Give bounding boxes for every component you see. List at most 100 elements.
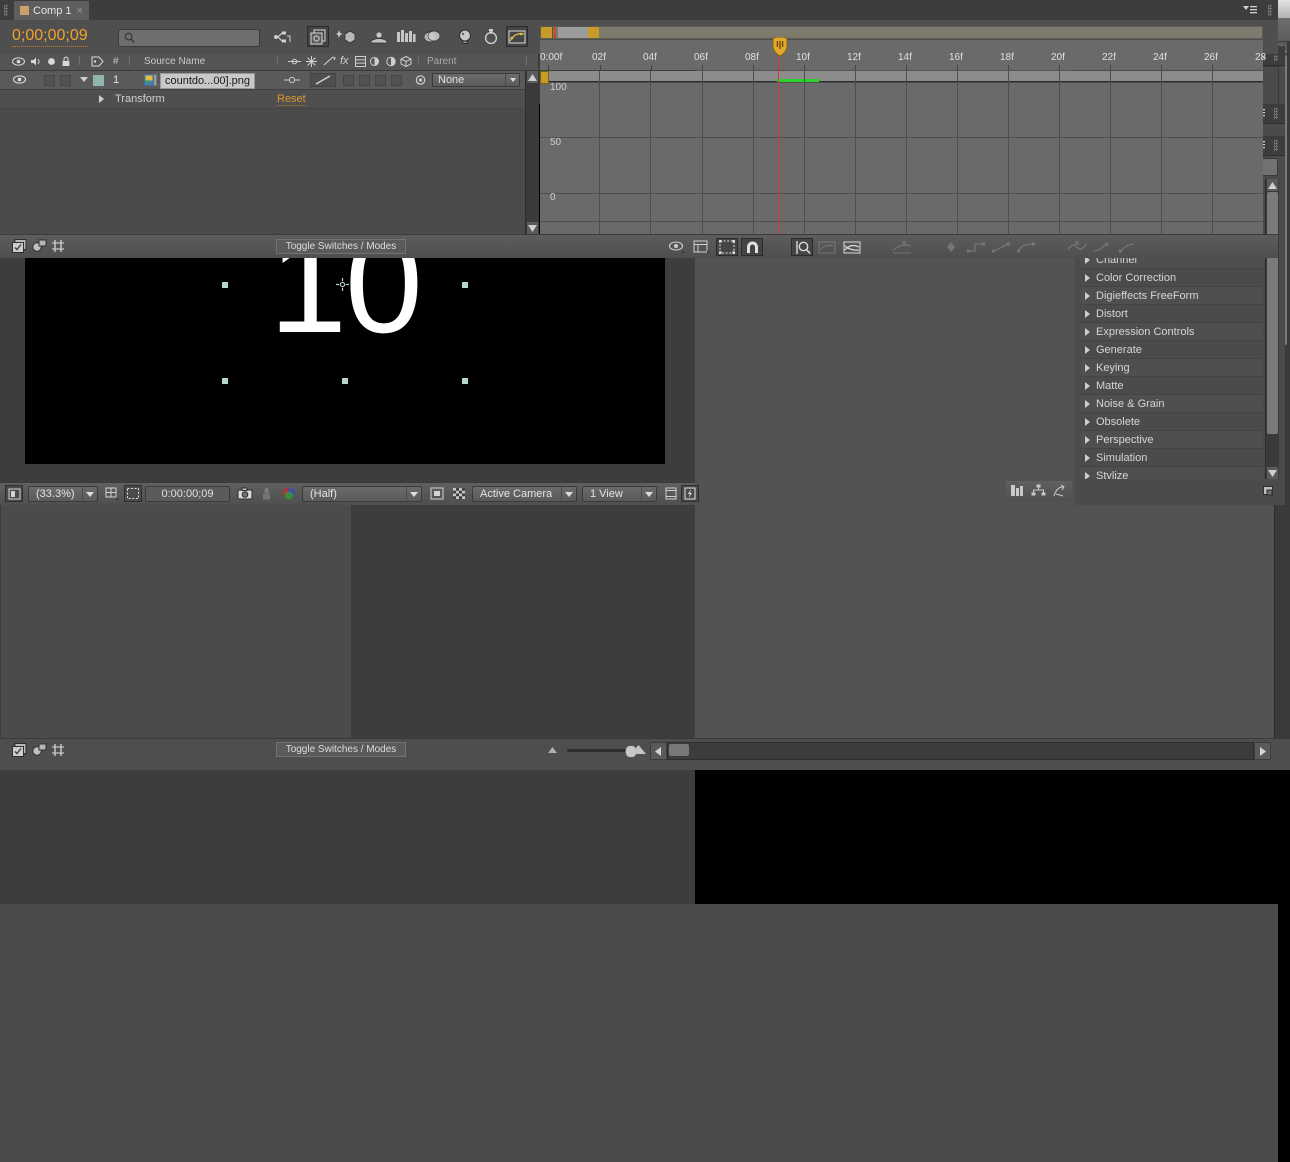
panel-grip[interactable] — [4, 5, 8, 16]
scroll-up-button[interactable] — [527, 71, 538, 83]
draft-3d-icon[interactable] — [307, 26, 329, 47]
eye-icon[interactable] — [12, 56, 25, 67]
convert-hold-icon[interactable] — [966, 238, 988, 256]
panel-grip-right[interactable] — [1268, 5, 1272, 16]
tab-timeline-comp[interactable]: Comp 1 × — [14, 1, 89, 20]
timeline-scroll-right-button[interactable] — [1254, 742, 1271, 760]
effects-scrollbar[interactable] — [1265, 179, 1279, 479]
timeline-search-input[interactable] — [118, 29, 260, 47]
disclosure-triangle-icon[interactable] — [1085, 453, 1090, 462]
effects-category-row[interactable]: Expression Controls — [1080, 323, 1263, 341]
transparency-grid-icon[interactable] — [450, 485, 468, 502]
toggle-switches-modes-button[interactable]: Toggle Switches / Modes — [276, 239, 406, 254]
lock-icon[interactable] — [61, 56, 71, 67]
timeline-icon[interactable] — [700, 441, 718, 458]
auto-keyframe-icon[interactable] — [480, 26, 502, 47]
frame-blending-icon[interactable] — [395, 26, 417, 47]
transform-reset-link[interactable]: Reset — [277, 93, 306, 106]
disclosure-triangle-icon[interactable] — [1085, 345, 1090, 354]
label-tag-icon[interactable] — [91, 56, 104, 67]
anchor-point-icon[interactable] — [336, 278, 349, 291]
easy-ease-out-icon[interactable] — [1116, 238, 1138, 256]
zoom-level-select[interactable]: (33.3%) — [28, 486, 98, 502]
zoom-out-timeline-icon[interactable] — [546, 745, 559, 754]
layer-expand-triangle-icon[interactable] — [80, 77, 88, 82]
resize-grip-icon[interactable] — [1261, 484, 1277, 499]
separate-dimensions-icon[interactable] — [891, 238, 913, 256]
timeline-hscroll-thumb[interactable] — [669, 744, 689, 756]
easy-ease-icon[interactable] — [1066, 238, 1088, 256]
show-transform-box-icon[interactable] — [716, 238, 738, 256]
work-area-end-handle[interactable] — [588, 27, 599, 38]
effects-category-row[interactable]: Digieffects FreeForm — [1080, 287, 1263, 305]
effects-category-row[interactable]: Distort — [1080, 305, 1263, 323]
fast-previews-icon[interactable] — [681, 485, 699, 502]
toggle-switches-modes-footer[interactable]: Toggle Switches / Modes — [276, 742, 406, 757]
frame-blend-footer-icon[interactable] — [32, 743, 47, 757]
fit-selection-icon[interactable] — [816, 238, 838, 256]
pixel-aspect-correction-icon[interactable] — [662, 485, 680, 502]
layer-parent-pickwhip-icon[interactable] — [414, 74, 427, 86]
brainstorm-icon[interactable] — [454, 26, 476, 47]
layer-visibility-eye-icon[interactable] — [13, 74, 26, 85]
toggle-switches-modes-icon[interactable] — [12, 239, 27, 253]
disclosure-triangle-icon[interactable] — [1085, 327, 1090, 336]
timeline-layers-scrollbar[interactable] — [525, 71, 539, 234]
scroll-down-button[interactable] — [527, 222, 538, 234]
work-area-start-handle[interactable] — [541, 27, 553, 38]
graph-work-area-handle[interactable] — [540, 71, 549, 84]
layer-handle-ml[interactable] — [222, 282, 228, 288]
comp-flowchart-icon[interactable] — [1008, 482, 1026, 499]
layer-source-name[interactable]: countdo...00].png — [160, 73, 256, 89]
layer-frameblend-switch[interactable] — [359, 75, 370, 86]
timeline-ruler[interactable]: 0:00f 02f 04f 06f 08f 10f 12f 14f 16f 18… — [540, 40, 1266, 70]
easy-ease-in-icon[interactable] — [1091, 238, 1113, 256]
disclosure-triangle-icon[interactable] — [1085, 417, 1090, 426]
hide-shy-layers-icon[interactable] — [335, 26, 357, 47]
panel-menu-icon[interactable] — [1242, 5, 1258, 16]
timeline-zoom-slider[interactable] — [567, 745, 637, 758]
timeline-horizontal-scrollbar[interactable] — [667, 742, 1254, 760]
zoom-in-timeline-icon[interactable] — [630, 744, 647, 755]
choose-grid-icon[interactable] — [103, 485, 121, 502]
current-time-field[interactable]: 0:00:00;09 — [145, 486, 230, 502]
timeline-scroll-left-button[interactable] — [650, 742, 667, 760]
motion-blur-icon[interactable] — [421, 26, 443, 47]
collapse-transformations-icon[interactable] — [368, 26, 390, 47]
timeline-current-time[interactable]: 0;00;00;09 — [12, 27, 88, 47]
view-camera-select[interactable]: Active Camera — [472, 486, 577, 502]
disclosure-triangle-icon[interactable] — [1085, 471, 1090, 479]
scroll-up-button[interactable] — [1267, 179, 1278, 191]
disclosure-triangle-icon[interactable] — [1085, 309, 1090, 318]
enable-motion-blur-icon[interactable] — [51, 239, 65, 253]
flowchart-view-icon[interactable] — [1029, 482, 1047, 499]
disclosure-triangle-icon[interactable] — [1085, 381, 1090, 390]
show-properties-icon[interactable] — [666, 238, 688, 256]
effects-category-row[interactable]: Generate — [1080, 341, 1263, 359]
motion-blur-footer-icon[interactable] — [51, 743, 65, 757]
take-snapshot-icon[interactable] — [236, 485, 254, 502]
snap-icon[interactable] — [741, 238, 763, 256]
convert-linear-icon[interactable] — [991, 238, 1013, 256]
panel-grip-right[interactable] — [1274, 108, 1278, 119]
always-preview-icon[interactable] — [5, 485, 23, 502]
effects-category-row[interactable]: Keying — [1080, 359, 1263, 377]
auto-zoom-graph-icon[interactable] — [791, 238, 813, 256]
scroll-down-button[interactable] — [1267, 467, 1278, 479]
layer-handle-bc[interactable] — [342, 378, 348, 384]
disclosure-triangle-icon[interactable] — [1085, 363, 1090, 372]
audio-icon[interactable] — [30, 56, 43, 67]
effects-category-row[interactable]: Stylize — [1080, 467, 1263, 479]
layer-adjustment-switch[interactable] — [391, 75, 402, 86]
toggle-mask-paths-icon[interactable] — [428, 485, 446, 502]
graph-editor[interactable]: 100 50 0 — [540, 71, 1263, 234]
show-snapshot-icon[interactable] — [257, 485, 275, 502]
graph-type-icon[interactable] — [691, 238, 713, 256]
property-expand-triangle-icon[interactable] — [99, 95, 104, 103]
edit-value-icon[interactable] — [941, 238, 963, 256]
effects-category-row[interactable]: Obsolete — [1080, 413, 1263, 431]
playhead-handle[interactable] — [771, 37, 789, 57]
layer-handle-bl[interactable] — [222, 378, 228, 384]
layer-property-row[interactable]: Transform Reset — [0, 90, 538, 109]
effects-category-row[interactable]: Noise & Grain — [1080, 395, 1263, 413]
